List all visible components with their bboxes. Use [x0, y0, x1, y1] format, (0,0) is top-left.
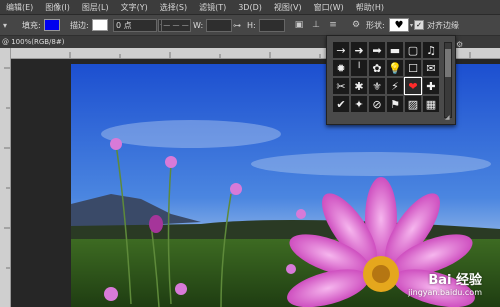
- fleur-de-lis-icon[interactable]: ⚜: [369, 78, 385, 94]
- path-operations-icon[interactable]: ▣: [292, 18, 306, 32]
- heart-shape-icon[interactable]: ❤: [404, 77, 422, 95]
- lightning-icon[interactable]: ⚡: [387, 78, 403, 94]
- music-note-icon[interactable]: ♫: [423, 42, 439, 58]
- scrollbar-thumb[interactable]: [445, 49, 451, 77]
- stroke-width-value: 0 点: [116, 20, 132, 30]
- menu-help[interactable]: 帮助(H): [350, 2, 390, 13]
- checkmark-icon[interactable]: ✔: [333, 96, 349, 112]
- menu-window[interactable]: 窗口(W): [308, 2, 350, 13]
- path-alignment-icon[interactable]: ⊥: [309, 18, 323, 32]
- link-icon[interactable]: ⊶: [233, 15, 241, 35]
- fill-control: 填充:: [22, 15, 60, 35]
- vertical-ruler: [0, 48, 11, 307]
- align-edges-control: ✓ 对齐边缘: [414, 15, 459, 35]
- stroke-label: 描边:: [70, 20, 89, 30]
- arrow-icon[interactable]: →: [333, 42, 349, 58]
- width-label: W:: [193, 20, 204, 30]
- seal-icon[interactable]: ⚑: [387, 96, 403, 112]
- checker-icon[interactable]: ▦: [423, 96, 439, 112]
- height-input[interactable]: [258, 18, 285, 32]
- options-bar: ▾ 填充: 描边: 0 点 ▾ — — — W: ⊶ H: ▣ ⊥ ≡ ⚙ 形状…: [0, 15, 500, 36]
- height-label: H:: [247, 20, 256, 30]
- frame-icon[interactable]: ▢: [405, 42, 421, 58]
- flower-icon[interactable]: ✿: [369, 60, 385, 76]
- snowflake-icon[interactable]: ✱: [351, 78, 367, 94]
- baidu-watermark: Bai 经验 jingyan.baidu.com: [408, 269, 482, 297]
- shape-label: 形状:: [366, 20, 385, 30]
- document-tab[interactable]: @ 100%(RGB/8#): [0, 38, 64, 46]
- heart-icon: ♥: [389, 18, 409, 32]
- align-edges-checkbox[interactable]: ✓: [414, 20, 424, 30]
- dashed-line-icon: — — —: [161, 18, 191, 32]
- menu-type[interactable]: 文字(Y): [115, 2, 154, 13]
- envelope-icon[interactable]: ✉: [423, 60, 439, 76]
- menu-bar: 编辑(E) 图像(I) 图层(L) 文字(Y) 选择(S) 滤镜(T) 3D(D…: [0, 0, 500, 15]
- menu-image[interactable]: 图像(I): [39, 2, 76, 13]
- sparkle-icon[interactable]: ✦: [351, 96, 367, 112]
- menu-layer[interactable]: 图层(L): [76, 2, 115, 13]
- chevron-down-icon: ▾: [3, 20, 8, 30]
- fill-label: 填充:: [22, 20, 41, 30]
- watermark-brand: Bai 经验: [428, 273, 482, 288]
- stroke-type-dropdown[interactable]: — — —: [161, 15, 191, 35]
- menu-edit[interactable]: 编辑(E): [0, 2, 39, 13]
- gear-icon[interactable]: ⚙: [349, 18, 363, 32]
- menu-view[interactable]: 视图(V): [268, 2, 308, 13]
- width-input[interactable]: [206, 18, 233, 32]
- menu-3d[interactable]: 3D(D): [232, 3, 268, 12]
- gear-icon[interactable]: ⚙: [456, 40, 463, 49]
- stroke-width-field[interactable]: 0 点 ▾: [113, 15, 166, 35]
- height-control: H:: [247, 15, 285, 35]
- menu-select[interactable]: 选择(S): [154, 2, 193, 13]
- shape-grid: → ➜ ➡ ▬ ▢ ♫ ✹ ╵ ✿ 💡 ☐ ✉ ✂ ✱ ⚜ ⚡ ❤ ✚ ✔ ✦ …: [333, 42, 439, 112]
- shape-picker-scrollbar[interactable]: [444, 42, 452, 118]
- custom-shape-picker: → ➜ ➡ ▬ ▢ ♫ ✹ ╵ ✿ 💡 ☐ ✉ ✂ ✱ ⚜ ⚡ ❤ ✚ ✔ ✦ …: [326, 35, 456, 125]
- scissors-icon[interactable]: ✂: [333, 78, 349, 94]
- puzzle-icon[interactable]: ✚: [423, 78, 439, 94]
- watermark-url: jingyan.baidu.com: [408, 288, 482, 297]
- stroke-color-swatch[interactable]: [91, 19, 108, 31]
- resize-grip-icon[interactable]: ◢: [445, 114, 450, 121]
- path-arrangement-icon[interactable]: ≡: [326, 18, 340, 32]
- pattern-icon[interactable]: ▨: [405, 96, 421, 112]
- shape-picker-button[interactable]: ♥ ▾: [389, 15, 413, 35]
- burst-icon[interactable]: ✹: [333, 60, 349, 76]
- width-control: W:: [193, 15, 233, 35]
- banner-icon[interactable]: ▬: [387, 42, 403, 58]
- arrow-heavy-icon[interactable]: ➡: [369, 42, 385, 58]
- grass-icon[interactable]: ╵: [351, 60, 367, 76]
- align-edges-label: 对齐边缘: [427, 20, 459, 30]
- menu-filter[interactable]: 滤镜(T): [193, 2, 232, 13]
- no-sign-icon[interactable]: ⊘: [369, 96, 385, 112]
- tool-dropdown[interactable]: ▾: [3, 15, 7, 35]
- fill-color-swatch[interactable]: [43, 19, 60, 31]
- chevron-down-icon: ▾: [410, 21, 414, 29]
- arrow-bold-icon[interactable]: ➜: [351, 42, 367, 58]
- square-frame-icon[interactable]: ☐: [405, 60, 421, 76]
- light-bulb-icon[interactable]: 💡: [387, 60, 403, 76]
- stroke-control: 描边:: [70, 15, 108, 35]
